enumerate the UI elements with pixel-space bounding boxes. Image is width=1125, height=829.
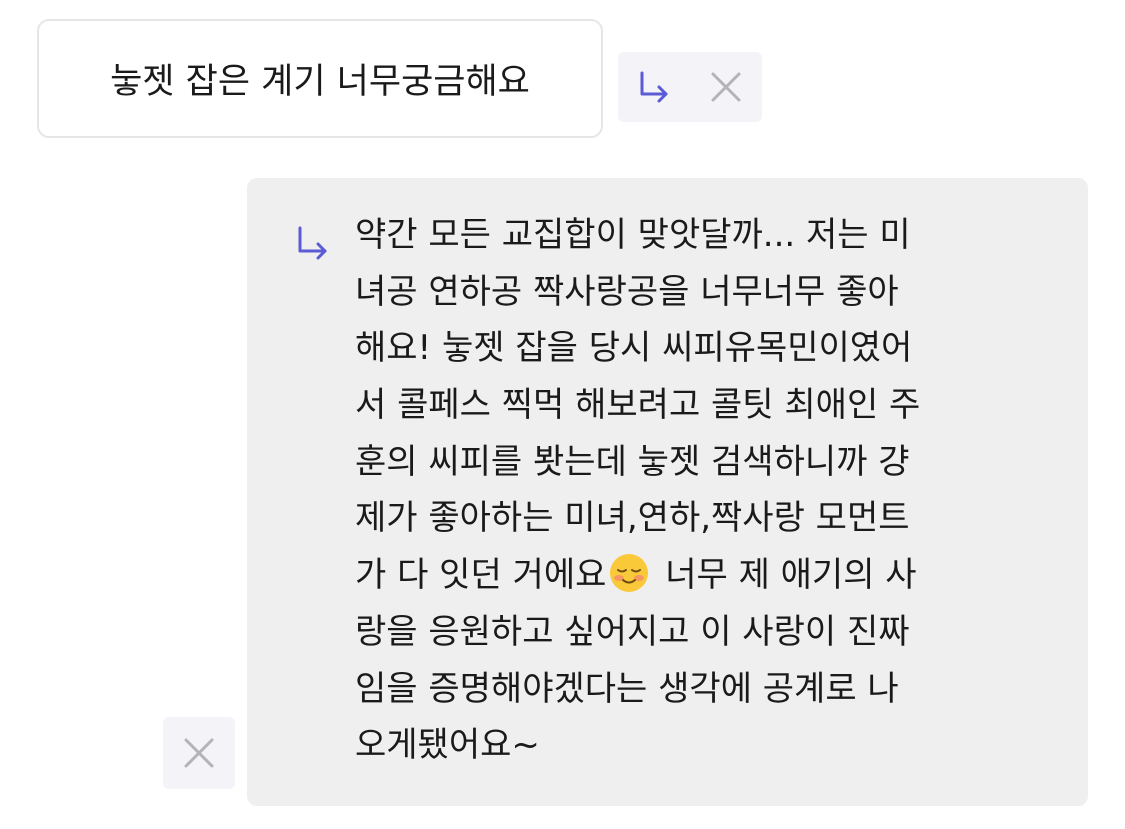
question-text: 눟젯 잡은 계기 너무궁금해요 [110,62,530,102]
close-button[interactable] [163,717,235,789]
reply-button[interactable] [618,52,690,122]
close-button[interactable] [690,52,762,122]
answer-bubble: 약간 모든 교집합이 맞앗달까... 저는 미 녀공 연하공 짝사랑공을 너무너… [247,178,1088,806]
answer-line: 랑을 응원하고 싶어지고 이 사랑이 진짜 [355,611,910,652]
answer-line: 녀공 연하공 짝사랑공을 너무너무 좋아 [355,271,899,312]
answer-line: 훈의 씨피를 봣는데 눟젯 검색하니까 걍 [355,441,910,482]
reply-arrow-icon [640,71,668,103]
question-bubble: 눟젯 잡은 계기 너무궁금해요 [37,19,603,138]
reply-arrow-icon [298,226,327,260]
answer-line: 해요! 눟젯 잡을 당시 씨피유목민이였어 [355,328,913,369]
answer-line: 오게됐어요~ [355,725,540,766]
answer-text: 약간 모든 교집합이 맞앗달까... 저는 미 녀공 연하공 짝사랑공을 너무너… [355,207,1065,774]
answer-line-part: 가 다 잇던 거에요 [355,555,607,596]
smiling-face-emoji [610,554,649,593]
answer-line-with-emoji: 가 다 잇던 거에요 너무 제 애기의 사 [355,547,1065,604]
qa-screen: 눟젯 잡은 계기 너무궁금해요 약간 모든 교집합이 맞앗달까... 저는 미 … [0,0,1125,829]
close-icon [711,72,741,102]
answer-line: 서 콜페스 찍먹 해보려고 콜팃 최애인 주 [355,385,921,426]
question-actions [618,52,762,122]
answer-line-part: 너무 제 애기의 사 [654,555,917,596]
close-icon [184,738,214,768]
answer-line: 약간 모든 교집합이 맞앗달까... 저는 미 [355,215,911,255]
answer-line: 제가 좋아하는 미녀,연하,짝사랑 모먼트 [355,498,910,539]
answer-line: 임을 증명해야겠다는 생각에 공계로 나 [355,668,899,709]
